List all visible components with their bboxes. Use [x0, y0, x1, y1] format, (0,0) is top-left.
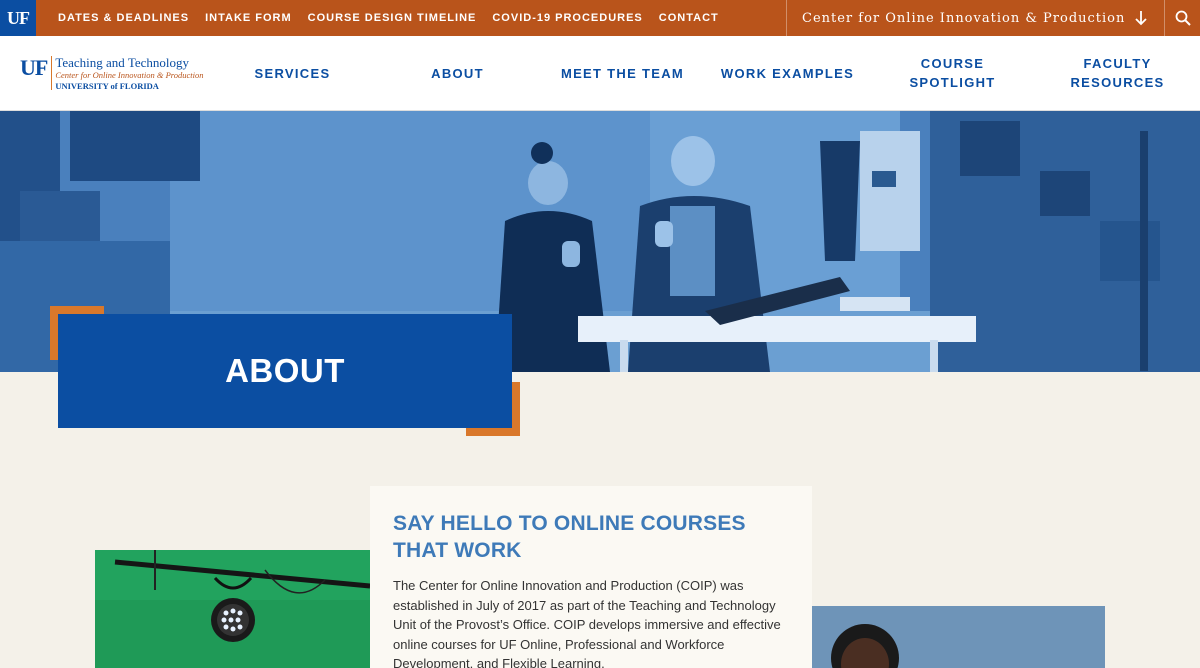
portrait-image [812, 606, 1105, 668]
portrait-photo [812, 606, 1105, 668]
nav-about[interactable]: ABOUT [375, 36, 540, 110]
intro-heading: SAY HELLO TO ONLINE COURSES THAT WORK [393, 512, 746, 562]
main-nav: SERVICES ABOUT MEET THE TEAM WORK EXAMPL… [210, 36, 1200, 110]
uf-logo[interactable]: UF [0, 0, 36, 36]
brand-text: Teaching and Technology Center for Onlin… [55, 56, 203, 90]
site-logo[interactable]: UF Teaching and Technology Center for On… [20, 56, 204, 92]
intro-card: SAY HELLO TO ONLINE COURSES THAT WORK Th… [370, 486, 812, 668]
search-button[interactable] [1164, 0, 1200, 36]
utility-nav: DATES & DEADLINES INTAKE FORM COURSE DES… [58, 0, 735, 36]
nav-faculty-resources[interactable]: FACULTY RESOURCES [1035, 36, 1200, 110]
utility-bar: UF DATES & DEADLINES INTAKE FORM COURSE … [0, 0, 1200, 36]
brand-university: UNIVERSITY of FLORIDA [55, 80, 159, 91]
brand-title: Teaching and Technology [55, 55, 190, 70]
studio-light-image [95, 550, 370, 668]
nav-work-examples[interactable]: WORK EXAMPLES [705, 36, 870, 110]
nav-meet-the-team[interactable]: MEET THE TEAM [540, 36, 705, 110]
page-title: ABOUT [225, 352, 345, 389]
nav-course-spotlight[interactable]: COURSE SPOTLIGHT [870, 36, 1035, 110]
link-dates-deadlines[interactable]: DATES & DEADLINES [58, 12, 189, 24]
unit-selector-label: Center for Online Innovation & Productio… [802, 10, 1126, 26]
search-icon [1175, 10, 1191, 26]
brand-mark: UF [20, 55, 48, 80]
site-header: UF Teaching and Technology Center for On… [0, 36, 1200, 111]
link-contact[interactable]: CONTACT [659, 12, 719, 24]
nav-services[interactable]: SERVICES [210, 36, 375, 110]
link-course-design-timeline[interactable]: COURSE DESIGN TIMELINE [308, 12, 477, 24]
unit-selector[interactable]: Center for Online Innovation & Productio… [786, 0, 1164, 36]
page-title-box: ABOUT [58, 314, 512, 428]
brand-divider [51, 56, 53, 90]
studio-light-photo [95, 550, 370, 668]
arrow-down-icon [1135, 11, 1147, 26]
link-covid-procedures[interactable]: COVID-19 PROCEDURES [492, 12, 642, 24]
link-intake-form[interactable]: INTAKE FORM [205, 12, 292, 24]
intro-body: The Center for Online Innovation and Pro… [393, 578, 781, 668]
brand-subtitle: Center for Online Innovation & Productio… [55, 70, 204, 80]
